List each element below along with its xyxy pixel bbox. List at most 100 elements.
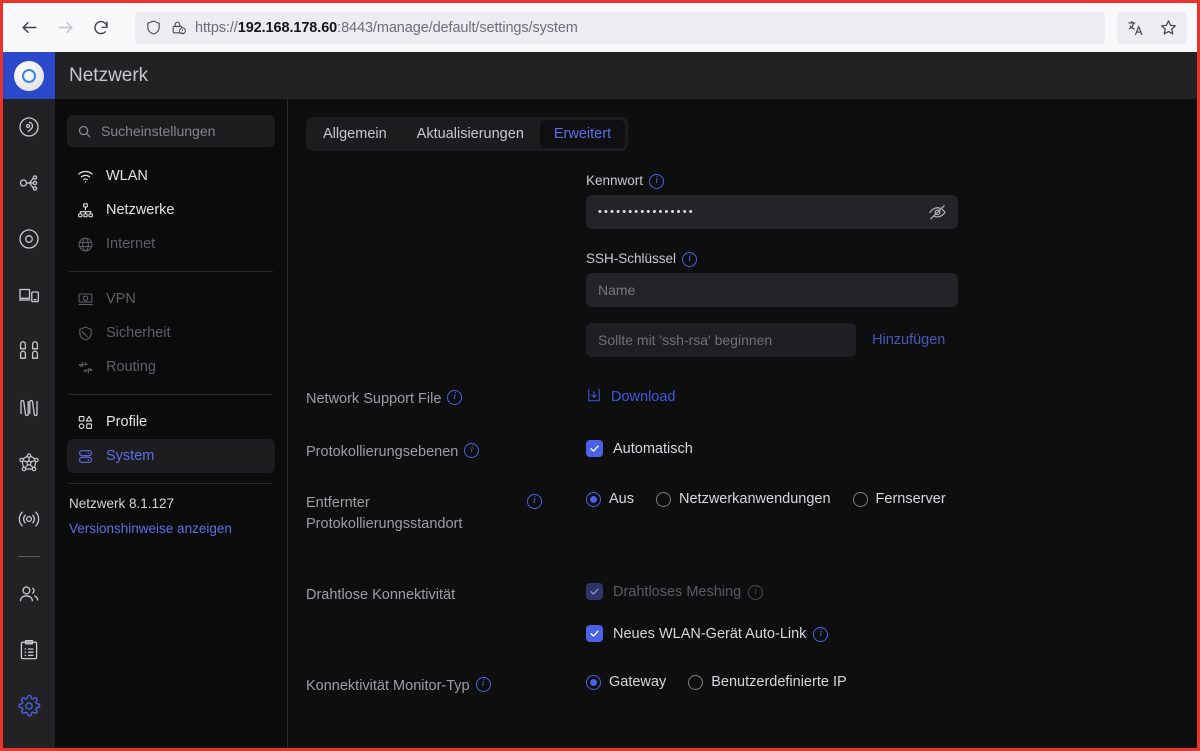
info-icon[interactable]: i: [475, 677, 491, 693]
tab-aktualisierungen[interactable]: Aktualisierungen: [403, 120, 538, 148]
radio-netzwerkanwendungen[interactable]: Netzwerkanwendungen: [656, 491, 831, 507]
shield-icon: [77, 325, 94, 342]
settings-sidebar: WLAN Netzwerke Internet: [55, 99, 288, 748]
sidebar-item-sicherheit[interactable]: Sicherheit: [67, 316, 275, 350]
info-icon[interactable]: i: [464, 443, 480, 459]
ssh-field-label: SSH-Schlüssel i: [586, 251, 1197, 267]
ssh-name-input[interactable]: [586, 273, 958, 307]
app-header: Netzwerk: [55, 52, 1197, 99]
sidebar-item-label: Internet: [106, 236, 156, 252]
lock-warning-icon[interactable]: [170, 19, 187, 36]
password-input[interactable]: ••••••••••••••••: [586, 195, 958, 229]
autolink-label: Neues WLAN-Gerät Auto-Link i: [613, 626, 829, 643]
info-icon[interactable]: i: [527, 494, 542, 510]
radio-label: Fernserver: [875, 491, 946, 508]
rail-item-devices[interactable]: [3, 211, 55, 267]
wireless-label-text: Drahtlose Konnektivität: [306, 587, 456, 604]
radio-label: Netzwerkanwendungen: [679, 491, 831, 508]
reload-icon[interactable]: [85, 12, 117, 44]
radio-aus[interactable]: Aus: [586, 491, 634, 507]
bookmark-star-icon[interactable]: [1153, 14, 1183, 42]
password-field-label: Kennwort i: [586, 173, 1197, 189]
log-levels-label: Protokollierungsebenen i: [306, 440, 586, 463]
rail-item-clients[interactable]: [3, 267, 55, 323]
wireless-label: Drahtlose Konnektivität: [306, 583, 586, 606]
search-settings-box[interactable]: [67, 115, 275, 147]
ssh-key-input[interactable]: [586, 323, 856, 357]
page-title: Netzwerk: [69, 64, 149, 86]
log-auto-label: Automatisch: [613, 440, 693, 457]
radio-selected-icon[interactable]: [586, 491, 601, 507]
radio-fernserver[interactable]: Fernserver: [852, 491, 946, 508]
rail-item-logs[interactable]: [3, 622, 55, 678]
browser-actions: [1117, 11, 1187, 44]
tab-erweitert[interactable]: Erweitert: [539, 120, 626, 148]
log-auto-checkbox-row[interactable]: Automatisch: [586, 440, 1197, 458]
info-icon[interactable]: i: [813, 627, 829, 643]
radio-unselected-icon[interactable]: [688, 674, 704, 690]
globe-icon: [77, 236, 94, 253]
download-icon: [586, 387, 602, 407]
network-icon: [77, 202, 94, 219]
sidebar-item-vpn[interactable]: VPN: [67, 282, 275, 316]
tab-allgemein[interactable]: Allgemein: [309, 120, 401, 148]
url-path: :8443/manage/default/settings/system: [337, 19, 578, 36]
password-label-text: Kennwort: [586, 173, 644, 188]
rail-item-users[interactable]: [3, 566, 55, 622]
info-icon[interactable]: i: [447, 390, 463, 405]
profile-shapes-icon: [77, 414, 94, 431]
wifi-icon: [77, 168, 94, 185]
sidebar-item-label: System: [106, 448, 155, 464]
autolink-checkbox-row[interactable]: Neues WLAN-Gerät Auto-Link i: [586, 625, 1197, 643]
checkbox-checked-icon[interactable]: [586, 625, 603, 643]
unifi-logo[interactable]: [3, 52, 55, 99]
rail-divider: [18, 556, 40, 557]
sidebar-divider-1: [69, 271, 273, 272]
eye-off-icon[interactable]: [928, 203, 947, 222]
rail-item-wifiman[interactable]: [3, 491, 55, 547]
back-arrow-icon[interactable]: [13, 12, 45, 44]
shield-icon[interactable]: [145, 19, 162, 36]
sidebar-item-system[interactable]: System: [67, 439, 275, 473]
download-link[interactable]: Download: [586, 387, 676, 407]
sidebar-item-label: VPN: [106, 291, 136, 307]
radio-custom-ip[interactable]: Benutzerdefinierte IP: [688, 674, 847, 690]
radio-unselected-icon[interactable]: [852, 491, 868, 507]
ssh-key-row: Hinzufügen: [586, 323, 1197, 357]
credentials-row-label: [306, 173, 586, 175]
address-bar[interactable]: https://192.168.178.60:8443/manage/defau…: [135, 11, 1105, 44]
search-input[interactable]: [101, 123, 265, 139]
rail-item-settings[interactable]: [3, 678, 55, 734]
url-host: 192.168.178.60: [237, 19, 338, 36]
radio-selected-icon[interactable]: [586, 674, 601, 690]
sidebar-item-internet[interactable]: Internet: [67, 227, 275, 261]
vpn-icon: [77, 291, 94, 308]
sidebar-item-wlan[interactable]: WLAN: [67, 159, 275, 193]
log-levels-label-text: Protokollierungsebenen: [306, 444, 459, 461]
info-icon[interactable]: i: [649, 174, 665, 189]
info-icon[interactable]: i: [682, 252, 698, 267]
radio-gateway[interactable]: Gateway: [586, 674, 666, 690]
rail-item-apps[interactable]: [3, 323, 55, 379]
rail-item-network-mesh[interactable]: [3, 435, 55, 491]
credentials-row: Kennwort i •••••••••••••••• SSH-Schlüsse…: [306, 173, 1197, 357]
advanced-settings-form: Kennwort i •••••••••••••••• SSH-Schlüsse…: [306, 173, 1197, 697]
release-notes-link[interactable]: Versionshinweise anzeigen: [67, 511, 275, 536]
rail-item-dashboard[interactable]: [3, 99, 55, 155]
rail-item-insights[interactable]: [3, 379, 55, 435]
checkbox-checked-icon[interactable]: [586, 440, 603, 458]
sidebar-item-netzwerke[interactable]: Netzwerke: [67, 193, 275, 227]
info-icon[interactable]: i: [748, 585, 764, 601]
ssh-label-text: SSH-Schlüssel: [586, 251, 677, 266]
rail-item-topology[interactable]: [3, 155, 55, 211]
unifi-app: Netzwerk WLAN: [3, 52, 1197, 748]
log-levels-row: Protokollierungsebenen i Automatisch: [306, 440, 1197, 463]
monitor-type-row: Konnektivität Monitor-Typ i Gateway Benu…: [306, 674, 1197, 697]
ssh-add-link[interactable]: Hinzufügen: [872, 332, 945, 348]
sidebar-item-routing[interactable]: Routing: [67, 350, 275, 384]
radio-unselected-icon[interactable]: [656, 491, 671, 507]
translate-icon[interactable]: [1121, 14, 1151, 42]
settings-tabs: Allgemein Aktualisierungen Erweitert: [306, 117, 629, 151]
sidebar-item-profile[interactable]: Profile: [67, 405, 275, 439]
forward-arrow-icon[interactable]: [49, 12, 81, 44]
